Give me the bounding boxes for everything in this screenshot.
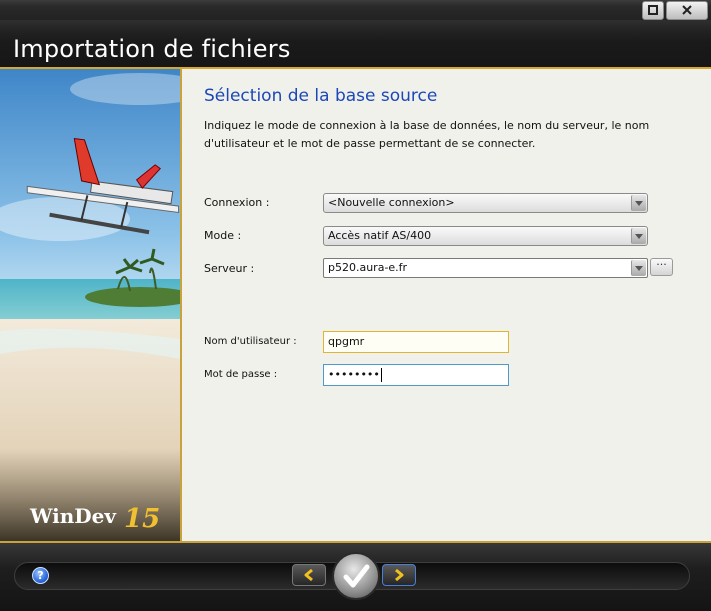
utilisateur-label: Nom d'utilisateur : <box>204 336 297 347</box>
serveur-combo[interactable]: p520.aura-e.fr <box>323 258 648 278</box>
username-field[interactable]: qpgmr <box>323 331 509 353</box>
checkmark-icon <box>343 564 370 588</box>
chevron-down-icon[interactable] <box>631 195 646 211</box>
window-title: Importation de fichiers <box>13 35 291 63</box>
wizard-content: Sélection de la base source Indiquez le … <box>182 69 711 541</box>
password-field[interactable]: •••••••• <box>323 364 509 386</box>
connexion-combo[interactable]: <Nouvelle connexion> <box>323 193 648 213</box>
windev-logo-version: 15 <box>124 504 160 534</box>
close-icon <box>682 5 692 15</box>
page-description: Indiquez le mode de connexion à la base … <box>204 119 650 150</box>
browse-server-button[interactable]: ··· <box>650 258 673 276</box>
serveur-label: Serveur : <box>204 262 255 275</box>
footer-gold-line <box>0 541 711 543</box>
close-button[interactable] <box>666 1 708 20</box>
chevron-down-icon[interactable] <box>631 228 646 244</box>
finish-button[interactable] <box>332 552 380 600</box>
previous-button[interactable] <box>292 564 326 586</box>
connexion-value: <Nouvelle connexion> <box>328 196 455 209</box>
chevron-right-icon <box>395 568 404 582</box>
wizard-window: Importation de fichiers WinDev 15 Sélect… <box>0 0 711 611</box>
beach-plane-image: WinDev 15 <box>0 69 180 541</box>
windev-logo-text: WinDev <box>29 504 117 528</box>
mode-combo[interactable]: Accès natif AS/400 <box>323 226 648 246</box>
serveur-value[interactable]: p520.aura-e.fr <box>328 261 407 274</box>
side-illustration: WinDev 15 <box>0 69 180 541</box>
motdepasse-label: Mot de passe : <box>204 369 278 380</box>
page-title: Sélection de la base source <box>204 86 438 106</box>
connexion-label: Connexion : <box>204 196 270 209</box>
mode-label: Mode : <box>204 229 242 242</box>
password-value: •••••••• <box>328 368 380 381</box>
mode-value: Accès natif AS/400 <box>328 229 432 242</box>
chevron-left-icon <box>304 568 313 582</box>
maximize-icon <box>648 5 658 15</box>
next-button[interactable] <box>382 564 416 586</box>
title-bar: Importation de fichiers <box>0 0 711 68</box>
chevron-down-icon[interactable] <box>631 260 646 276</box>
text-caret <box>380 368 382 382</box>
help-button[interactable]: ? <box>32 567 49 584</box>
maximize-button[interactable] <box>642 1 664 20</box>
